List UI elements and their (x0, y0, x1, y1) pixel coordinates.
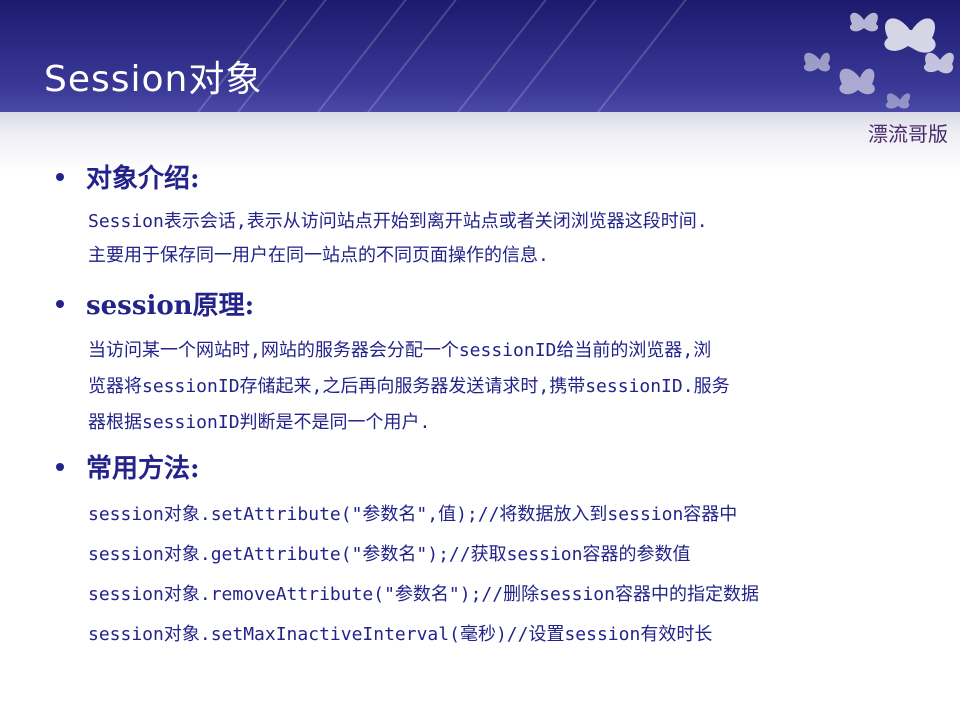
method-line: session对象.getAttribute("参数名");//获取sessio… (88, 544, 691, 565)
body-line: 主要用于保存同一用户在同一站点的不同页面操作的信息. (88, 245, 549, 266)
bullet-icon (56, 299, 64, 308)
decorative-stripe (443, 0, 562, 112)
method-line: session对象.setMaxInactiveInterval(毫秒)//设置… (88, 624, 713, 645)
method-line: session对象.setAttribute("参数名",值);//将数据放入到… (88, 504, 738, 525)
body-line: Session表示会话,表示从访问站点开始到离开站点或者关闭浏览器这段时间. (88, 211, 708, 232)
section-body-methods: session对象.setAttribute("参数名",值);//将数据放入到… (88, 495, 908, 655)
section-heading-principle: session原理: (56, 285, 254, 322)
body-line: 器根据sessionID判断是不是同一个用户. (88, 412, 431, 433)
decorative-stripe (303, 0, 422, 112)
decorative-stripe (583, 0, 702, 112)
decorative-stripe (493, 0, 612, 112)
section-heading-text: session原理: (86, 291, 255, 321)
section-heading-methods: 常用方法: (56, 448, 200, 485)
slide-title: Session对象 (44, 59, 263, 100)
bullet-icon (56, 462, 64, 471)
section-body-principle: 当访问某一个网站时,网站的服务器会分配一个sessionID给当前的浏览器,浏 … (88, 333, 908, 441)
section-heading-intro: 对象介绍: (56, 158, 200, 195)
decorative-stripe (353, 0, 472, 112)
bullet-icon (56, 172, 64, 181)
section-heading-text: 对象介绍: (86, 164, 200, 194)
body-line: 当访问某一个网站时,网站的服务器会分配一个sessionID给当前的浏览器,浏 (88, 340, 712, 361)
body-line: 览器将sessionID存储起来,之后再向服务器发送请求时,携带sessionI… (88, 376, 730, 397)
section-body-intro: Session表示会话,表示从访问站点开始到离开站点或者关闭浏览器这段时间. 主… (88, 205, 908, 273)
method-line: session对象.removeAttribute("参数名");//删除ses… (88, 584, 759, 605)
watermark-text: 漂流哥版 (868, 122, 948, 146)
section-heading-text: 常用方法: (86, 454, 200, 484)
